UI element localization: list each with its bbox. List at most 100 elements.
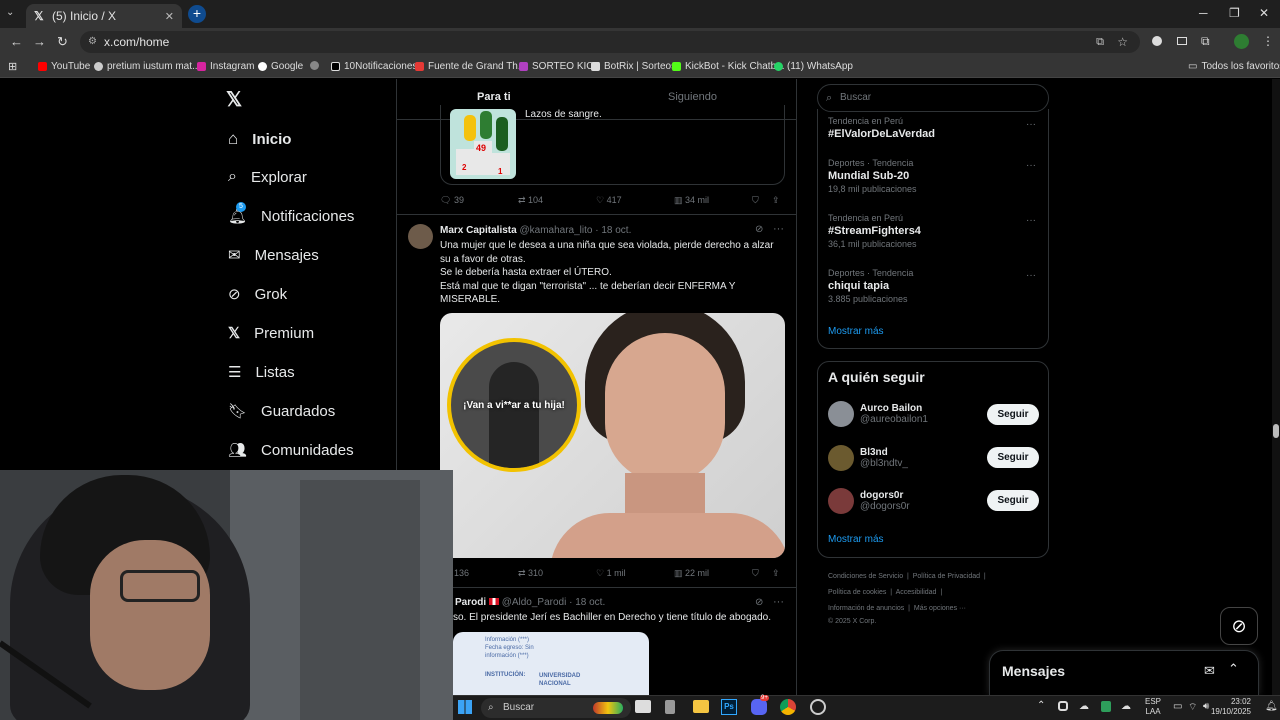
grok-icon[interactable]: ⊘ — [755, 597, 763, 608]
maximize-icon[interactable]: ❐ — [1229, 6, 1240, 20]
nav-explore[interactable]: ⌕ Explorar — [228, 168, 307, 186]
nav-messages[interactable]: ✉ Mensajes — [228, 246, 319, 265]
grok-icon[interactable]: ⊘ — [755, 224, 763, 235]
footer-link[interactable]: Política de Privacidad — [913, 573, 980, 580]
new-tab-button[interactable]: + — [188, 5, 206, 23]
follow-suggestion[interactable]: Bl3nd @bl3ndtv_ — [828, 445, 908, 471]
menu-icon[interactable]: ⋮ — [1262, 34, 1274, 48]
onedrive-icon[interactable]: ☁ — [1079, 701, 1089, 712]
new-message-icon[interactable]: ✉ — [1204, 663, 1215, 679]
author-name[interactable]: Marx Capitalista — [440, 225, 517, 236]
follow-button[interactable]: Seguir — [987, 404, 1039, 425]
show-more-link[interactable]: Mostrar más — [828, 534, 884, 545]
bookmark-youtube[interactable]: YouTube — [38, 61, 90, 72]
site-info-icon[interactable]: ⚙ — [88, 31, 97, 53]
tweet[interactable]: Marx Capitalista @kamahara_lito · 18 oct… — [397, 215, 796, 585]
language-indicator[interactable]: ESP LAA — [1145, 697, 1161, 717]
trend-more-icon[interactable]: ··· — [1026, 270, 1036, 281]
author-handle[interactable]: @kamahara_lito — [519, 225, 592, 236]
address-bar[interactable]: ⚙ x.com/home ⧉ ☆ — [80, 31, 1140, 53]
footer-link[interactable]: Información de anuncios — [828, 605, 904, 612]
more-icon[interactable]: ··· — [773, 223, 784, 235]
trend-item[interactable]: Deportes · Tendencia Mundial Sub-20 19,8… — [828, 158, 917, 194]
tab-para-ti[interactable]: Para ti — [477, 91, 511, 103]
file-explorer-icon[interactable] — [693, 700, 709, 713]
avatar[interactable] — [828, 445, 854, 471]
tab-siguiendo[interactable]: Siguiendo — [668, 91, 717, 103]
avatar[interactable] — [828, 401, 854, 427]
tweet-media[interactable]: ¡Van a vi**ar a tu hija! — [440, 313, 785, 558]
tweet-media[interactable]: Información (***) Fecha egreso: Sin info… — [453, 632, 649, 695]
follow-button[interactable]: Seguir — [987, 447, 1039, 468]
expand-icon[interactable]: ⌃ — [1228, 661, 1239, 677]
avatar[interactable] — [828, 488, 854, 514]
shield-icon[interactable] — [1101, 701, 1111, 712]
bookmark-gta[interactable]: Fuente de Grand Th... — [415, 61, 526, 72]
share-icon[interactable]: ⇪ — [772, 568, 780, 579]
share-icon[interactable]: ⇪ — [772, 195, 780, 206]
chrome-icon[interactable] — [780, 699, 796, 715]
nav-notifications[interactable]: 🔔︎ 5 Notificaciones — [228, 202, 354, 225]
follow-suggestion[interactable]: Aurco Bailon @aureobailon1 — [828, 401, 928, 427]
footer-link[interactable]: Más opciones ··· — [914, 605, 966, 612]
messages-drawer[interactable]: Mensajes ✉ ⌃ — [989, 650, 1259, 695]
cloud-icon[interactable]: ☁ — [1121, 701, 1131, 712]
back-icon[interactable]: ← — [10, 34, 23, 49]
trend-item[interactable]: Deportes · Tendencia chiqui tapia 3.885 … — [828, 268, 913, 304]
nav-lists[interactable]: ☰ Listas — [228, 363, 295, 382]
tweet-date[interactable]: · 18 oct. — [595, 225, 631, 236]
close-window-icon[interactable]: ✕ — [1259, 6, 1269, 20]
show-more-link[interactable]: Mostrar más — [828, 326, 884, 337]
reload-icon[interactable]: ↻ — [57, 34, 68, 50]
install-icon[interactable]: ⧉ — [1096, 31, 1104, 53]
bookmark-action-icon[interactable]: ⛉ — [752, 568, 772, 579]
app-icon[interactable] — [665, 700, 675, 714]
discord-icon[interactable]: 9+ — [751, 695, 769, 715]
apps-icon[interactable]: ⊞ — [8, 60, 17, 73]
windows-start-icon[interactable] — [458, 700, 472, 714]
profile-avatar[interactable] — [1234, 34, 1249, 49]
quoted-card[interactable]: 49 2 1 Lazos de sangre. — [440, 105, 785, 185]
tweet-date[interactable]: · 18 oct. — [569, 597, 605, 608]
close-tab-icon[interactable]: ✕ — [165, 10, 174, 23]
trend-item[interactable]: Tendencia en Perú #ElValorDeLaVerdad — [828, 116, 935, 140]
trend-more-icon[interactable]: ··· — [1026, 215, 1036, 226]
reply-action[interactable]: 🗨︎ 39 — [440, 195, 518, 206]
extension-icon[interactable] — [1152, 36, 1162, 46]
retweet-action[interactable]: ⇄ 104 — [518, 195, 596, 206]
task-view-icon[interactable] — [635, 700, 651, 713]
search-input[interactable]: ⌕ Buscar — [817, 84, 1049, 112]
bookmark-sorteo-kick[interactable]: SORTEO KICK — [519, 61, 600, 72]
bookmark-globe[interactable] — [310, 61, 319, 70]
all-bookmarks[interactable]: ▭ Todos los favoritos — [1188, 61, 1280, 72]
app-icon[interactable] — [810, 699, 826, 715]
scrollbar-thumb[interactable] — [1273, 424, 1279, 438]
footer-link[interactable]: Accesibilidad — [896, 589, 937, 596]
like-action[interactable]: ♡ 417 — [596, 195, 674, 206]
page-scrollbar[interactable] — [1272, 79, 1280, 695]
notification-bell-icon[interactable]: 🔔︎ — [1265, 701, 1278, 712]
bookmark-10notificaciones[interactable]: 10Notificaciones — [331, 61, 417, 72]
clock[interactable]: 23:02 19/10/2025 — [1211, 697, 1251, 717]
grok-floating-button[interactable]: ⊘ — [1220, 607, 1258, 645]
nav-grok[interactable]: ⊘ Grok — [228, 285, 287, 304]
bookmark-botrix[interactable]: BotRix | Sorteos — [591, 61, 676, 72]
views-action[interactable]: ▥ 34 mil — [674, 195, 752, 206]
wifi-icon[interactable]: ⌔ — [1188, 701, 1197, 714]
retweet-action[interactable]: ⇄ 310 — [518, 568, 596, 579]
photoshop-icon[interactable]: Ps — [721, 699, 737, 715]
forward-icon[interactable]: → — [33, 34, 46, 49]
footer-link[interactable]: Condiciones de Servicio — [828, 573, 903, 580]
bookmark-instagram[interactable]: Instagram — [197, 61, 254, 72]
tray-chevron-icon[interactable]: ⌃ — [1037, 700, 1045, 711]
bookmark-star-icon[interactable]: ☆ — [1117, 31, 1128, 53]
browser-tab[interactable]: 𝕏 (5) Inicio / X ✕ — [26, 4, 182, 28]
views-action[interactable]: ▥ 22 mil — [674, 568, 752, 579]
follow-button[interactable]: Seguir — [987, 490, 1039, 511]
tab-search-icon[interactable]: ⌄ — [6, 7, 14, 18]
avatar[interactable] — [408, 224, 433, 249]
minimize-icon[interactable]: ─ — [1199, 6, 1208, 20]
taskbar-search[interactable]: ⌕ Buscar — [481, 698, 631, 718]
tray-icon[interactable] — [1058, 701, 1068, 711]
bookmark-whatsapp[interactable]: (11) WhatsApp — [774, 61, 853, 72]
